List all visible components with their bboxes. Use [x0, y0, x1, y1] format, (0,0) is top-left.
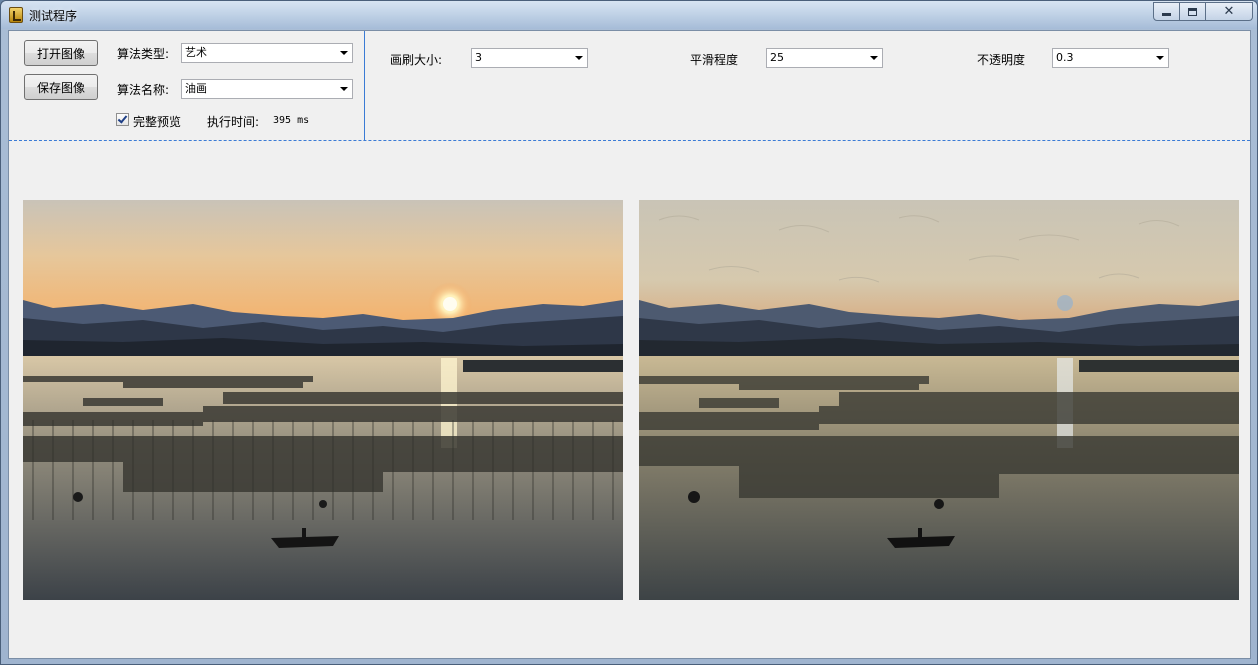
- window-controls: ✕: [1153, 2, 1253, 21]
- brush-size-label: 画刷大小:: [390, 53, 443, 67]
- original-photo-graphic: [23, 200, 623, 600]
- smoothness-select[interactable]: 25: [766, 48, 883, 68]
- title-bar[interactable]: 测试程序 ✕: [1, 1, 1257, 29]
- window-title: 测试程序: [29, 9, 78, 23]
- close-button[interactable]: ✕: [1206, 2, 1253, 21]
- original-image: [23, 200, 623, 600]
- opacity-value: 0.3: [1056, 51, 1074, 64]
- maximize-icon: [1188, 7, 1197, 16]
- chevron-down-icon: [575, 56, 583, 60]
- brush-size-value: 3: [475, 51, 482, 64]
- algo-name-select[interactable]: 油画: [181, 79, 353, 99]
- app-window: 测试程序 ✕ 打开图像 保存图像 算法类型: 艺术 算法名称: 油画 完整预览: [0, 0, 1258, 665]
- chevron-down-icon: [870, 56, 878, 60]
- algo-name-label: 算法名称:: [117, 83, 170, 97]
- opacity-select[interactable]: 0.3: [1052, 48, 1169, 68]
- full-preview-checkbox[interactable]: [116, 113, 129, 126]
- processed-photo-graphic: [639, 200, 1239, 600]
- exec-time-value: 395 ms: [273, 115, 310, 126]
- minimize-icon: [1162, 13, 1171, 16]
- smoothness-label: 平滑程度: [690, 53, 739, 67]
- algo-type-label: 算法类型:: [117, 47, 170, 61]
- minimize-button[interactable]: [1153, 2, 1180, 21]
- maximize-button[interactable]: [1180, 2, 1206, 21]
- checkmark-icon: [117, 113, 128, 124]
- smoothness-value: 25: [770, 51, 784, 64]
- tool-panel: 打开图像 保存图像 算法类型: 艺术 算法名称: 油画 完整预览 执行时间: 3…: [9, 31, 1250, 141]
- chevron-down-icon: [340, 87, 348, 91]
- open-image-button[interactable]: 打开图像: [24, 40, 98, 66]
- chevron-down-icon: [340, 51, 348, 55]
- processed-image: [639, 200, 1239, 600]
- opacity-label: 不透明度: [977, 53, 1026, 67]
- exec-time-label: 执行时间:: [207, 115, 260, 129]
- client-area: 打开图像 保存图像 算法类型: 艺术 算法名称: 油画 完整预览 执行时间: 3…: [8, 30, 1251, 659]
- full-preview-label[interactable]: 完整预览: [133, 113, 181, 130]
- app-icon: [9, 7, 23, 23]
- brush-size-select[interactable]: 3: [471, 48, 588, 68]
- algo-name-value: 油画: [185, 82, 207, 95]
- panel-divider: [364, 31, 365, 140]
- save-image-button[interactable]: 保存图像: [24, 74, 98, 100]
- chevron-down-icon: [1156, 56, 1164, 60]
- algo-type-value: 艺术: [185, 46, 207, 59]
- close-icon: ✕: [1223, 4, 1235, 19]
- algo-type-select[interactable]: 艺术: [181, 43, 353, 63]
